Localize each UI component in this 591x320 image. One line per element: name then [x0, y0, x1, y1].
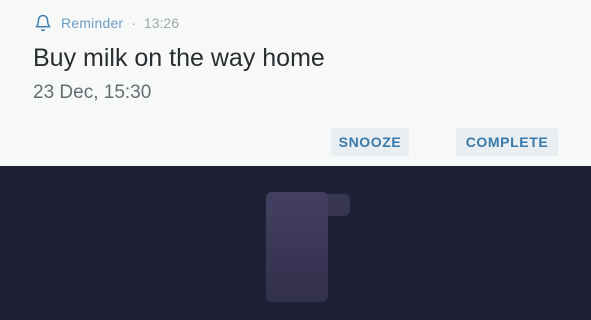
notification-header: Reminder · 13:26 [33, 12, 179, 34]
reminder-notification[interactable]: Reminder · 13:26 Buy milk on the way hom… [0, 0, 591, 166]
notification-title: Buy milk on the way home [33, 44, 325, 72]
notification-time: 13:26 [143, 15, 180, 31]
complete-button[interactable]: COMPLETE [456, 128, 558, 156]
app-name: Reminder [61, 15, 124, 31]
snooze-button[interactable]: SNOOZE [331, 128, 409, 156]
bell-icon [33, 13, 53, 33]
notification-subtitle: 23 Dec, 15:30 [33, 82, 152, 103]
header-separator: · [131, 15, 136, 31]
background-app-area [0, 166, 591, 320]
background-window-top [266, 194, 350, 216]
